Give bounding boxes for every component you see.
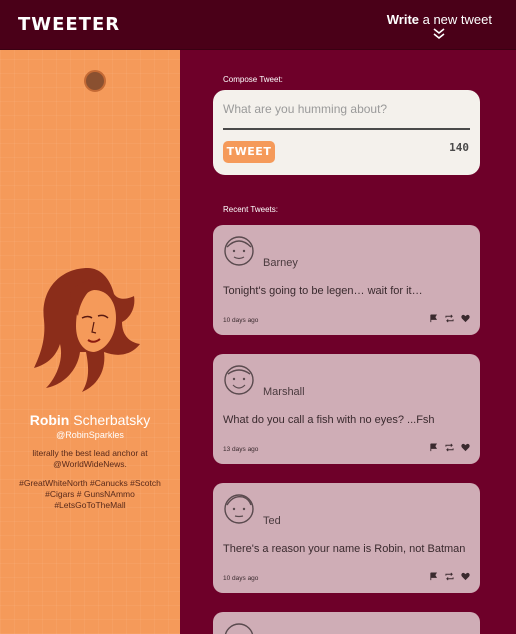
profile-tags: #GreatWhiteNorth #Canucks #Scotch #Cigar… — [19, 478, 161, 510]
status-dot — [84, 70, 106, 92]
retweet-icon[interactable] — [445, 314, 454, 323]
retweet-icon[interactable] — [445, 572, 454, 581]
compose-box: TWEET 140 — [213, 90, 480, 175]
top-nav: TWEETER Write a new tweet — [0, 0, 516, 50]
profile-info: Robin Scherbatsky @RobinSparkles literal… — [0, 412, 180, 511]
tweet-author: Barney — [263, 257, 298, 269]
brand-logo[interactable]: TWEETER — [18, 14, 120, 35]
compose-label: Compose Tweet: — [223, 75, 283, 84]
profile-last-name: Scherbatsky — [69, 412, 151, 428]
retweet-icon[interactable] — [445, 443, 454, 452]
tweet-time: 13 days ago — [223, 446, 259, 453]
tweet-text: There's a reason your name is Robin, not… — [223, 543, 466, 555]
heart-icon[interactable] — [461, 443, 470, 452]
tweet-actions — [429, 314, 470, 323]
tweet-card: Barney Tonight's going to be legen… wait… — [213, 225, 480, 335]
profile-sidebar: Robin Scherbatsky @RobinSparkles literal… — [0, 50, 180, 634]
profile-portrait — [34, 268, 140, 392]
avatar-icon — [224, 623, 254, 634]
tweet-actions — [429, 443, 470, 452]
profile-handle: @RobinSparkles — [56, 430, 124, 440]
tweet-time: 10 days ago — [223, 317, 259, 324]
tweet-author: Marshall — [263, 386, 305, 398]
profile-name: Robin Scherbatsky — [0, 412, 180, 428]
flag-icon[interactable] — [429, 572, 438, 581]
tweet-button[interactable]: TWEET — [223, 141, 275, 163]
heart-icon[interactable] — [461, 572, 470, 581]
tweet-time: 10 days ago — [223, 575, 259, 582]
tweet-actions — [429, 572, 470, 581]
tweet-author: Ted — [263, 515, 281, 527]
avatar-icon — [224, 365, 254, 395]
flag-icon[interactable] — [429, 443, 438, 452]
profile-first-name: Robin — [29, 412, 70, 428]
char-counter: 140 — [449, 141, 469, 154]
write-label-rest: a new tweet — [419, 12, 492, 27]
tweet-text: What do you call a fish with no eyes? ..… — [223, 414, 435, 426]
tweet-card-partial — [213, 612, 480, 634]
write-new-tweet-link[interactable]: Write a new tweet — [387, 12, 492, 41]
recent-tweets-label: Recent Tweets: — [223, 205, 278, 214]
avatar-icon — [224, 494, 254, 524]
profile-bio: literally the best lead anchor at @World… — [32, 448, 148, 469]
heart-icon[interactable] — [461, 314, 470, 323]
flag-icon[interactable] — [429, 314, 438, 323]
tweet-input[interactable] — [223, 98, 470, 120]
tweet-text: Tonight's going to be legen… wait for it… — [223, 285, 423, 297]
chevron-down-icon[interactable] — [432, 27, 446, 41]
input-underline — [223, 128, 470, 130]
avatar-icon — [224, 236, 254, 266]
tweet-card: Ted There's a reason your name is Robin,… — [213, 483, 480, 593]
tweet-card: Marshall What do you call a fish with no… — [213, 354, 480, 464]
write-label-bold: Write — [386, 12, 419, 27]
